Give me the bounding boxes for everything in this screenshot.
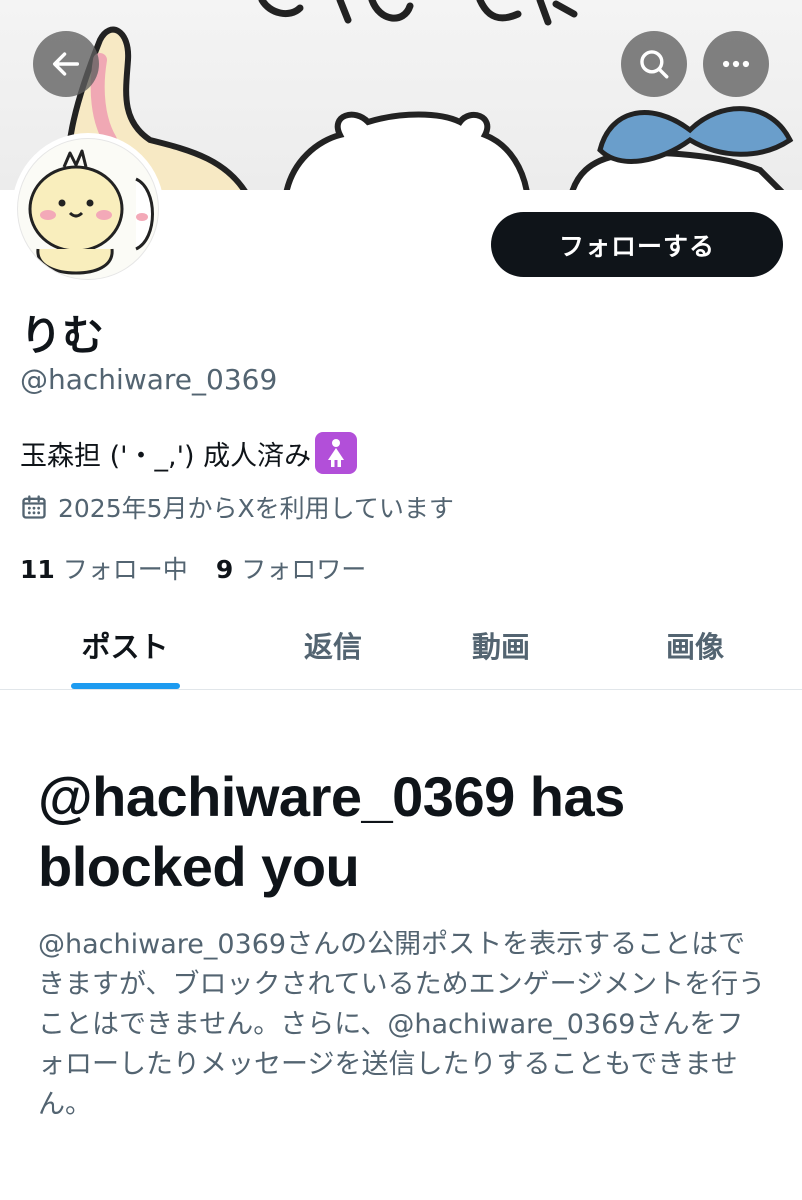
followers-link[interactable]: 9 フォロワー — [216, 550, 366, 586]
more-options-button[interactable] — [703, 31, 769, 97]
calendar-icon — [20, 493, 48, 521]
blocked-heading: @hachiware_0369 has blocked you — [38, 765, 625, 898]
avatar-image — [17, 138, 159, 280]
tab-replies[interactable]: 返信 — [248, 600, 418, 690]
back-button[interactable] — [33, 31, 99, 97]
female-sign-emoji-icon — [315, 432, 358, 474]
profile-page: フォローする りむ @hachiware_0369 玉森担 ('・_,') 成人… — [0, 0, 802, 1200]
following-link[interactable]: 11 フォロー中 — [20, 550, 188, 586]
following-label: フォロー中 — [62, 555, 188, 584]
followers-count: 9 — [215, 555, 234, 584]
avatar[interactable] — [12, 133, 164, 285]
more-horizontal-icon — [722, 60, 750, 68]
bio: 玉森担 ('・_,') 成人済み — [20, 432, 358, 474]
arrow-left-icon — [52, 52, 80, 76]
blocked-message: @hachiware_0369さんの公開ポストを表示することはできますが、ブロッ… — [38, 929, 766, 1120]
joined-date: 2025年5月からXを利用しています — [20, 489, 454, 525]
follow-counts: 11 フォロー中 9 フォロワー — [20, 550, 394, 586]
search-button[interactable] — [621, 31, 687, 97]
bio-text: 玉森担 ('・_,') 成人済み — [20, 440, 312, 472]
display-name: りむ — [20, 311, 105, 360]
tab-posts[interactable]: ポスト — [40, 600, 210, 690]
tab-videos[interactable]: 動画 — [416, 600, 586, 690]
following-count: 11 — [20, 555, 55, 584]
follow-button[interactable]: フォローする — [491, 212, 783, 277]
active-tab-indicator — [71, 683, 180, 689]
user-handle: @hachiware_0369 — [20, 363, 278, 396]
followers-label: フォロワー — [241, 555, 367, 584]
search-icon — [640, 50, 669, 79]
joined-text: 2025年5月からXを利用しています — [58, 494, 454, 523]
tab-media[interactable]: 画像 — [610, 600, 780, 690]
profile-tabs: ポスト 返信 動画 画像 — [0, 600, 802, 690]
